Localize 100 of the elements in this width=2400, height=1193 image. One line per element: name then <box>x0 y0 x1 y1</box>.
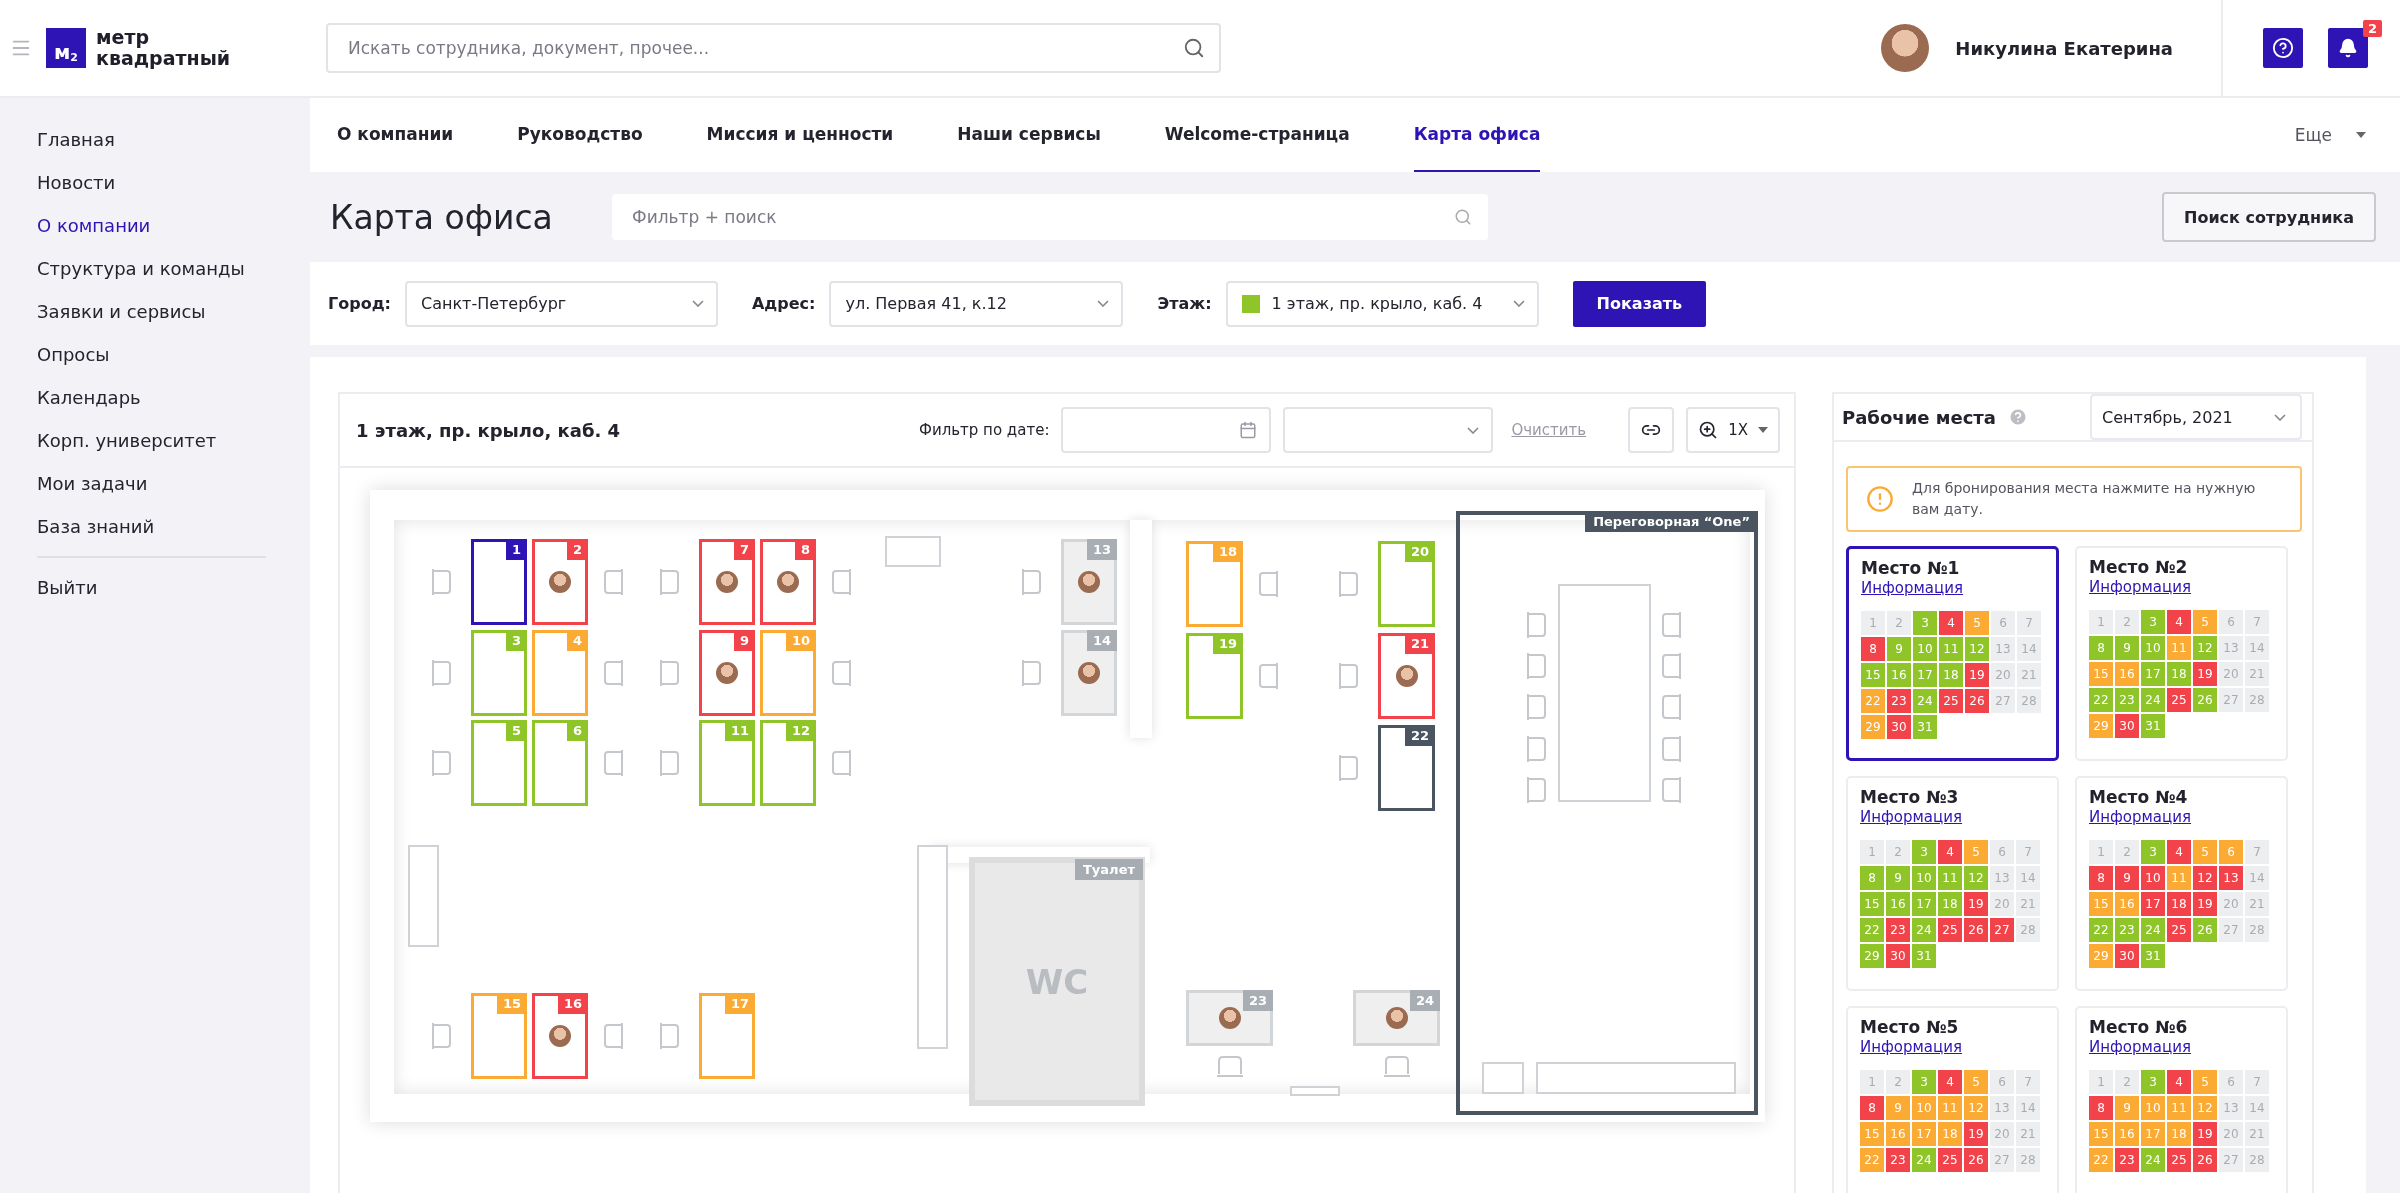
calendar-day[interactable]: 21 <box>2245 662 2269 686</box>
info-link[interactable]: Информация <box>2089 808 2274 826</box>
calendar-day[interactable]: 30 <box>2115 944 2139 968</box>
calendar-day[interactable]: 20 <box>2219 1122 2243 1146</box>
calendar-day[interactable]: 28 <box>2017 689 2041 713</box>
calendar-day[interactable]: 19 <box>1964 1122 1988 1146</box>
calendar-day[interactable]: 29 <box>1861 715 1885 739</box>
calendar-day[interactable]: 17 <box>2141 892 2165 916</box>
calendar-day[interactable]: 26 <box>2193 688 2217 712</box>
calendar-day[interactable]: 8 <box>1861 637 1885 661</box>
desk[interactable]: 8 <box>760 539 816 625</box>
calendar-day[interactable]: 15 <box>2089 662 2113 686</box>
calendar-day[interactable]: 11 <box>1939 637 1963 661</box>
tab[interactable]: Руководство <box>517 98 643 172</box>
calendar-day[interactable]: 20 <box>1990 1122 2014 1146</box>
calendar-day[interactable]: 9 <box>1887 637 1911 661</box>
calendar-day[interactable]: 4 <box>2167 610 2191 634</box>
calendar-day[interactable]: 24 <box>2141 918 2165 942</box>
tab[interactable]: Карта офиса <box>1413 98 1541 172</box>
workplace-card[interactable]: Место №6 Информация 1 2 3 4 5 6 7 8 9 10 11 12 13 14 15 16 17 18 19 20 21 22 23 24 25 26 27 28 <box>2075 1006 2288 1193</box>
calendar-day[interactable]: 5 <box>2193 1070 2217 1094</box>
info-link[interactable]: Информация <box>1860 808 2045 826</box>
desk[interactable]: 4 <box>532 630 588 716</box>
address-select[interactable]: ул. Первая 41, к.12 <box>829 280 1124 327</box>
calendar-day[interactable]: 4 <box>2167 840 2191 864</box>
calendar-day[interactable]: 23 <box>2115 688 2139 712</box>
clear-link[interactable]: Очистить <box>1511 421 1587 439</box>
calendar-day[interactable]: 25 <box>2167 1148 2191 1172</box>
calendar-day[interactable]: 13 <box>1990 1096 2014 1120</box>
calendar-day[interactable]: 24 <box>2141 688 2165 712</box>
calendar-day[interactable]: 15 <box>1860 892 1884 916</box>
calendar-day[interactable]: 25 <box>1939 689 1963 713</box>
calendar-day[interactable]: 19 <box>2193 1122 2217 1146</box>
calendar-day[interactable]: 17 <box>2141 1122 2165 1146</box>
calendar-day[interactable]: 30 <box>1886 944 1910 968</box>
calendar-day[interactable]: 21 <box>2245 892 2269 916</box>
calendar-day[interactable]: 11 <box>1938 866 1962 890</box>
calendar-day[interactable]: 6 <box>2219 840 2243 864</box>
calendar-day[interactable]: 24 <box>1912 1148 1936 1172</box>
calendar-day[interactable]: 3 <box>1912 1070 1936 1094</box>
zoom-select[interactable]: 1X <box>1686 407 1780 453</box>
info-link[interactable]: Информация <box>1860 1038 2045 1056</box>
calendar-day[interactable]: 28 <box>2016 1148 2040 1172</box>
calendar-day[interactable]: 12 <box>1964 866 1988 890</box>
calendar-day[interactable]: 18 <box>1938 892 1962 916</box>
info-link[interactable]: Информация <box>1861 579 2044 597</box>
calendar-day[interactable]: 12 <box>2193 636 2217 660</box>
calendar-day[interactable]: 12 <box>2193 1096 2217 1120</box>
desk[interactable]: 16 <box>532 993 588 1079</box>
calendar-day[interactable]: 27 <box>2219 1148 2243 1172</box>
calendar-day[interactable]: 12 <box>2193 866 2217 890</box>
calendar-day[interactable]: 29 <box>2089 714 2113 738</box>
calendar-day[interactable]: 26 <box>2193 918 2217 942</box>
calendar-day[interactable]: 24 <box>1913 689 1937 713</box>
calendar-day[interactable]: 4 <box>1938 1070 1962 1094</box>
calendar-day[interactable]: 23 <box>1887 689 1911 713</box>
desk[interactable]: 7 <box>699 539 755 625</box>
notifications-button[interactable] <box>2328 28 2368 68</box>
desk[interactable]: 1 <box>471 539 527 625</box>
calendar-day[interactable]: 4 <box>1939 611 1963 635</box>
calendar-day[interactable]: 28 <box>2016 918 2040 942</box>
calendar-day[interactable]: 11 <box>2167 866 2191 890</box>
calendar-day[interactable]: 7 <box>2016 1070 2040 1094</box>
calendar-day[interactable]: 16 <box>1887 663 1911 687</box>
more-menu[interactable]: Еще <box>2294 98 2400 172</box>
search-employee-button[interactable]: Поиск сотрудника <box>2162 192 2376 242</box>
desk[interactable]: 3 <box>471 630 527 716</box>
month-select[interactable]: Сентябрь, 2021 <box>2090 394 2302 440</box>
sidebar-item[interactable]: Календарь <box>0 376 310 419</box>
calendar-day[interactable]: 31 <box>1912 944 1936 968</box>
calendar-day[interactable]: 13 <box>2219 1096 2243 1120</box>
help-icon[interactable] <box>2007 407 2028 427</box>
calendar-day[interactable]: 31 <box>2141 944 2165 968</box>
calendar-day[interactable]: 22 <box>1860 918 1884 942</box>
calendar-day[interactable]: 9 <box>1886 1096 1910 1120</box>
calendar-day[interactable]: 16 <box>2115 892 2139 916</box>
info-link[interactable]: Информация <box>2089 578 2274 596</box>
calendar-day[interactable]: 20 <box>1990 892 2014 916</box>
calendar-day[interactable]: 12 <box>1965 637 1989 661</box>
calendar-day[interactable]: 10 <box>2141 1096 2165 1120</box>
calendar-day[interactable]: 2 <box>1886 840 1910 864</box>
calendar-day[interactable]: 10 <box>2141 866 2165 890</box>
sidebar-item[interactable]: Структура и команды <box>0 247 310 290</box>
calendar-day[interactable]: 3 <box>2141 840 2165 864</box>
desk[interactable]: 5 <box>471 720 527 806</box>
calendar-day[interactable]: 21 <box>2017 663 2041 687</box>
calendar-day[interactable]: 18 <box>2167 662 2191 686</box>
calendar-day[interactable]: 9 <box>1886 866 1910 890</box>
calendar-day[interactable]: 23 <box>2115 918 2139 942</box>
calendar-day[interactable]: 3 <box>2141 1070 2165 1094</box>
calendar-day[interactable]: 2 <box>1887 611 1911 635</box>
workplace-card[interactable]: Место №2 Информация 1 2 3 4 5 6 7 8 9 10 11 12 13 14 15 16 17 18 19 20 21 22 23 24 25 26 27 28 29 30 31 <box>2075 546 2288 761</box>
calendar-day[interactable]: 2 <box>2115 610 2139 634</box>
workplace-card[interactable]: Место №3 Информация 1 2 3 4 5 6 7 8 9 10 11 12 13 14 15 16 17 18 19 20 21 22 23 24 25 26 27 28 29 30 31 <box>1846 776 2059 991</box>
calendar-day[interactable]: 27 <box>2219 688 2243 712</box>
calendar-day[interactable]: 7 <box>2245 840 2269 864</box>
calendar-day[interactable]: 9 <box>2115 636 2139 660</box>
calendar-day[interactable]: 2 <box>1886 1070 1910 1094</box>
calendar-day[interactable]: 28 <box>2245 688 2269 712</box>
calendar-day[interactable]: 27 <box>1991 689 2015 713</box>
